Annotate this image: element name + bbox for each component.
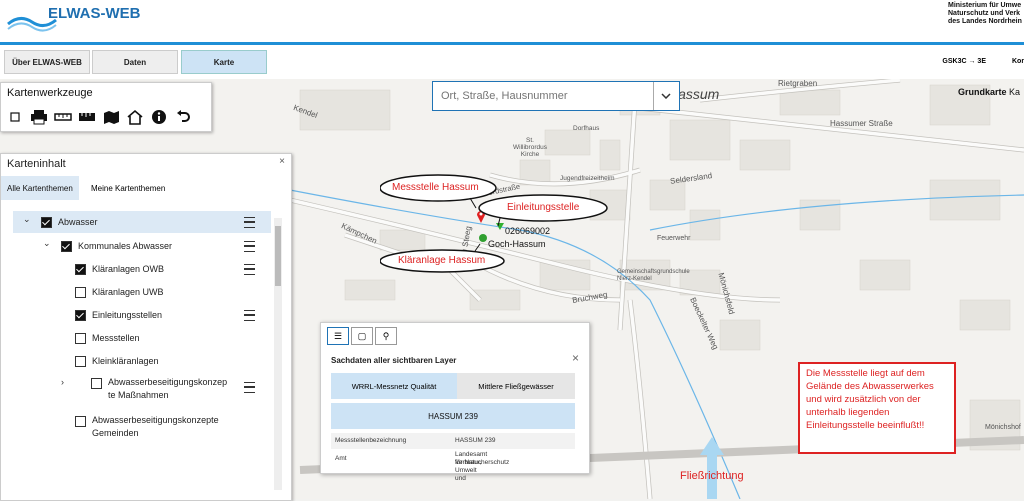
ruler-icon[interactable]	[77, 107, 97, 127]
tree-item-einleitung[interactable]: Einleitungsstellen	[75, 306, 162, 324]
content-title: Karteninhalt	[7, 158, 66, 170]
checkbox[interactable]	[75, 309, 86, 321]
header: ELWAS-WEB Ministerium für Umwe Naturschu…	[0, 0, 1024, 45]
tree-item-kleinklaeranlagen[interactable]: Kleinkläranlagen	[75, 352, 159, 370]
window-icon[interactable]: ▢	[351, 327, 373, 345]
annotation-note: Die Messstelle liegt auf dem Gelände des…	[798, 362, 956, 454]
checkbox[interactable]	[91, 378, 102, 389]
checkbox[interactable]	[75, 355, 86, 367]
undo-icon[interactable]	[173, 107, 193, 127]
tree-item-owb[interactable]: Kläranlagen OWB	[75, 260, 164, 278]
home-icon[interactable]	[125, 107, 145, 127]
callout-klaeranlage: Kläranlage Hassum	[398, 255, 486, 266]
square-select-icon[interactable]	[5, 107, 25, 127]
map-tools-panel: Kartenwerkzeuge	[0, 82, 212, 132]
popup-title: Sachdaten aller sichtbaren Layer	[331, 356, 457, 365]
tab-my-themes[interactable]: Meine Kartenthemen	[85, 176, 171, 200]
street-label: Feuerwehr	[657, 235, 691, 242]
tree-scrollbar[interactable]	[274, 218, 282, 490]
chevron-down-icon[interactable]	[653, 82, 678, 110]
checkbox[interactable]	[75, 286, 86, 298]
street-label: Rietgraben	[778, 79, 818, 88]
checkbox[interactable]	[61, 240, 72, 252]
search-input[interactable]	[433, 89, 653, 103]
elwas-logo[interactable]: ELWAS-WEB	[6, 2, 156, 32]
print-icon[interactable]	[29, 107, 49, 127]
flow-arrow-icon	[700, 437, 724, 499]
tree-item-uwb[interactable]: Kläranlagen UWB	[75, 283, 164, 301]
chevron-right-icon[interactable]: ›	[61, 377, 64, 387]
tree-item-abk-massnahmen[interactable]: Abwasserbeseitigungskonzep te Maßnahmen	[91, 376, 227, 402]
map-export-icon[interactable]	[101, 107, 121, 127]
feature-info-popup: ☰ ▢ ⚲ Sachdaten aller sichtbaren Layer ×…	[320, 322, 590, 482]
logo-text: ELWAS-WEB	[48, 5, 141, 22]
tree-item-kommunal[interactable]: Kommunales Abwasser	[61, 237, 172, 255]
street-label: St. Willibrordus Kirche	[513, 137, 547, 158]
street-label: Hassumer Straße	[830, 119, 893, 128]
street-label: Mönichshof	[985, 424, 1021, 431]
hamburger-icon[interactable]	[244, 310, 255, 321]
basemap-selector[interactable]: Grundkarte Ka	[958, 87, 1020, 97]
popup-row: Messstellenbezeichnung HASSUM 239	[331, 433, 575, 449]
nav-data-button[interactable]: Daten	[92, 50, 178, 74]
nav-map-button[interactable]: Karte	[181, 50, 267, 74]
tree-item-abwasser[interactable]: Abwasser	[41, 213, 98, 231]
map-content-panel: Karteninhalt × Alle Kartenthemen Meine K…	[0, 153, 292, 501]
station-header: HASSUM 239	[331, 403, 575, 429]
zoom-icon[interactable]: ⚲	[375, 327, 397, 345]
chevron-down-icon[interactable]: ⌄	[23, 214, 31, 225]
callout-messstelle: Messstelle Hassum	[392, 182, 479, 193]
layer-tab-wrrl[interactable]: WRRL-Messnetz Qualität	[331, 373, 457, 399]
close-icon[interactable]: ×	[572, 351, 579, 365]
callout-einleitungsstelle: Einleitungsstelle	[507, 202, 580, 213]
hamburger-icon[interactable]	[244, 241, 255, 252]
measure-icon[interactable]	[53, 107, 73, 127]
checkbox[interactable]	[41, 216, 52, 228]
tab-all-themes[interactable]: Alle Kartenthemen	[1, 176, 79, 200]
tree-item-messstellen[interactable]: Messstellen	[75, 329, 140, 347]
tools-title: Kartenwerkzeuge	[7, 87, 93, 99]
checkbox[interactable]	[75, 416, 86, 427]
layer-tab-fliessgewaesser[interactable]: Mittlere Fließgewässer	[457, 373, 575, 399]
nav-about-button[interactable]: Über ELWAS-WEB	[4, 50, 90, 74]
street-label: Gemeinschaftsgrundschule Nierz-Kendel	[617, 269, 690, 282]
popup-row: Amt Landesamt für Natur, Umwelt und Verbr…	[335, 451, 510, 482]
chevron-down-icon[interactable]: ⌄	[43, 238, 51, 249]
street-label: Dorfhaus	[573, 125, 600, 132]
checkbox[interactable]	[75, 332, 86, 344]
kon-label[interactable]: Kon	[1012, 58, 1024, 65]
nav-bar: Über ELWAS-WEB Daten Karte GSK3C → 3E Ko…	[0, 45, 1024, 79]
hamburger-icon[interactable]	[244, 264, 255, 275]
info-icon[interactable]	[149, 107, 169, 127]
ministry-name: Ministerium für Umwe Naturschutz und Ver…	[948, 2, 1022, 25]
callout-fliessrichtung: Fließrichtung	[680, 470, 744, 482]
address-search[interactable]	[432, 81, 680, 111]
crs-label[interactable]: GSK3C → 3E	[942, 58, 986, 65]
hamburger-icon[interactable]	[244, 382, 255, 393]
hamburger-icon[interactable]	[244, 217, 255, 228]
list-view-icon[interactable]: ☰	[327, 327, 349, 345]
close-icon[interactable]: ×	[279, 156, 285, 167]
checkbox[interactable]	[75, 263, 86, 275]
scroll-thumb[interactable]	[275, 226, 281, 286]
tree-item-abk-gemeinden[interactable]: Abwasserbeseitigungskonzepte Gemeinden	[75, 414, 219, 440]
